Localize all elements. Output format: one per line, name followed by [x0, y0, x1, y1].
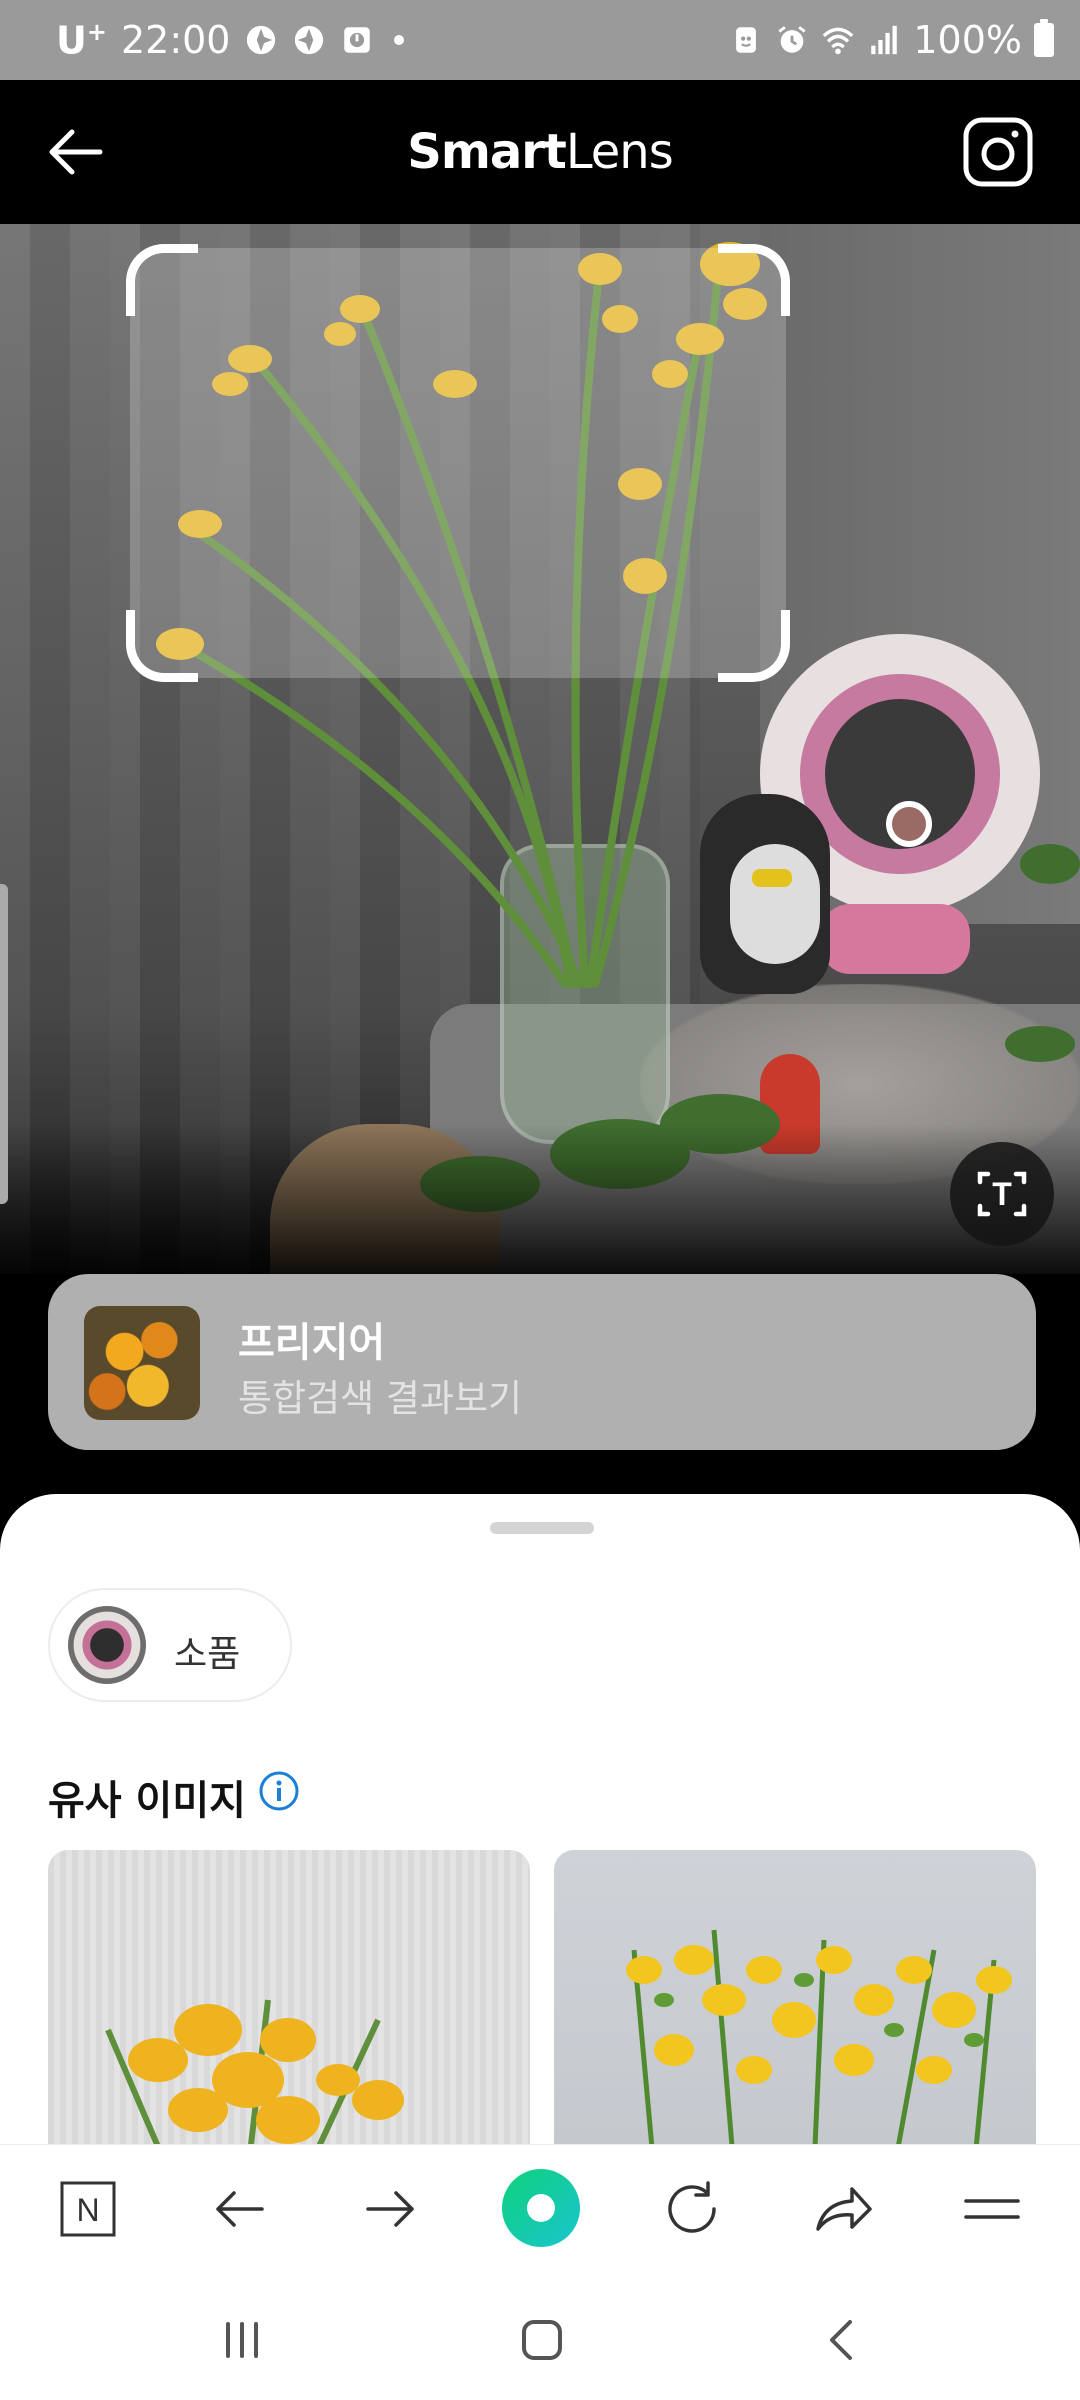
similar-image-2[interactable]	[554, 1850, 1036, 2144]
alarm-icon	[778, 26, 806, 53]
aperture-icon	[295, 25, 324, 55]
frame-corner-bottom-left[interactable]	[126, 610, 198, 682]
system-back-icon[interactable]	[812, 2310, 872, 2370]
signal-icon	[871, 25, 898, 55]
frame-corner-top-right[interactable]	[718, 244, 790, 316]
back-arrow-icon[interactable]	[204, 2173, 276, 2245]
status-right: 100%	[729, 14, 1054, 66]
more-notifications-dot	[394, 35, 405, 45]
similar-images-title: 유사 이미지	[48, 1778, 246, 1824]
freesia-photo-2	[626, 1929, 1012, 2144]
svg-text:T: T	[992, 1176, 1012, 1212]
carrier-label: U+	[56, 17, 107, 63]
status-left: U+ 22:00	[56, 14, 405, 66]
green-dot-icon[interactable]	[502, 2169, 580, 2247]
category-chip-props[interactable]: 소품	[48, 1588, 292, 1702]
camera-switch-icon[interactable]	[960, 114, 1036, 190]
status-bar: U+ 22:00 100%	[0, 0, 1080, 80]
naver-icon[interactable]: N	[52, 2173, 124, 2245]
app-notification-icon	[344, 27, 371, 53]
browser-toolbar: N	[0, 2144, 1080, 2270]
chip-label: 소품	[174, 1634, 241, 1675]
recognition-result-card[interactable]: 프리지어 통합검색 결과보기	[48, 1274, 1036, 1450]
clock-time: 22:00	[120, 18, 231, 62]
frame-corner-top-left[interactable]	[126, 244, 198, 316]
home-icon[interactable]	[512, 2310, 572, 2370]
bottom-shade	[0, 1124, 1080, 1274]
face-lock-icon	[736, 27, 757, 53]
recent-apps-icon[interactable]	[212, 2310, 272, 2370]
text-scan-button[interactable]: T	[950, 1142, 1054, 1246]
similar-image-1[interactable]	[48, 1850, 530, 2144]
result-thumbnail	[84, 1306, 200, 1420]
wifi-icon	[823, 27, 854, 55]
bottom-sheet: 소품 유사 이미지	[0, 1494, 1080, 2144]
refresh-icon[interactable]	[656, 2173, 728, 2245]
forward-arrow-icon[interactable]	[354, 2173, 426, 2245]
system-navigation-bar	[0, 2270, 1080, 2400]
freesia-photo-1	[105, 1999, 404, 2144]
object-marker-dot[interactable]	[886, 801, 932, 847]
camera-viewfinder[interactable]: T	[0, 224, 1080, 1274]
app-title: SmartLens	[407, 124, 673, 180]
app-header: SmartLens	[0, 80, 1080, 224]
share-icon[interactable]	[806, 2173, 878, 2245]
chip-thumbnail	[68, 1606, 146, 1684]
focus-frame[interactable]	[126, 244, 790, 682]
text-scan-icon: T	[977, 1171, 1027, 1217]
info-icon[interactable]	[258, 1770, 300, 1812]
svg-text:N: N	[76, 2192, 99, 2228]
sheet-drag-handle[interactable]	[490, 1522, 594, 1534]
result-title: 프리지어	[238, 1320, 386, 1366]
battery-percent: 100%	[913, 18, 1022, 62]
menu-icon[interactable]	[956, 2173, 1028, 2245]
side-edge-handle[interactable]	[0, 884, 8, 1204]
battery-icon	[1034, 19, 1054, 57]
result-search-link[interactable]: 통합검색 결과보기	[238, 1368, 522, 1422]
aperture-icon	[247, 25, 276, 55]
